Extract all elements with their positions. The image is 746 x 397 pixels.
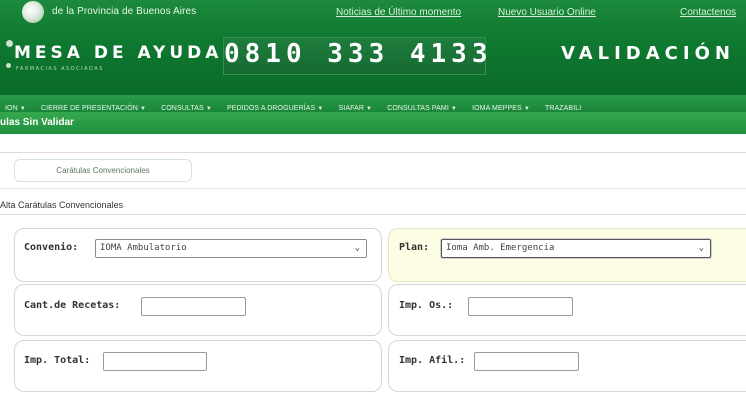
page-title: ulas Sin Validar <box>0 117 74 128</box>
helpdesk-phone: 0810 333 4133 <box>224 39 493 69</box>
new-user-link[interactable]: Nuevo Usuario Online <box>498 7 596 18</box>
imp-afil-card: Imp. Afil.: <box>388 340 746 392</box>
nav-item-consultas[interactable]: CONSULTAS ▼ <box>156 101 217 112</box>
plan-label: Plan: <box>399 242 430 253</box>
org-name: de la Provincia de Buenos Aires <box>52 6 197 17</box>
validation-title: VALIDACIÓN O <box>561 43 746 64</box>
convenio-value: IOMA Ambulatorio <box>100 243 187 253</box>
brand-dot-icon <box>6 40 13 47</box>
imp-afil-label: Imp. Afil.: <box>399 355 466 366</box>
convenio-select[interactable]: IOMA Ambulatorio ⌄ <box>95 239 367 258</box>
recetas-card: Cant.de Recetas: <box>14 284 382 336</box>
section-title: Alta Carátulas Convencionales <box>0 200 124 210</box>
nav-item-validation[interactable]: ION ▼ <box>0 101 31 112</box>
imp-os-card: Imp. Os.: <box>388 284 746 336</box>
convenio-card: Convenio: IOMA Ambulatorio ⌄ <box>14 228 382 282</box>
nav-item-label: IOMA MEPPES <box>472 105 522 112</box>
imp-afil-input[interactable] <box>474 352 579 371</box>
nav-item-label: ION <box>5 105 18 112</box>
plan-value: Ioma Amb. Emergencia <box>446 243 555 253</box>
chevron-down-icon: ⌄ <box>354 243 360 253</box>
imp-os-label: Imp. Os.: <box>399 300 454 311</box>
divider <box>0 188 746 189</box>
nav-item-label: CIERRE DE PRESENTACIÓN <box>40 105 138 112</box>
imp-total-input[interactable] <box>103 352 207 371</box>
imp-os-input[interactable] <box>468 297 573 316</box>
nav-item-siafar[interactable]: SIAFAR ▼ <box>334 101 378 112</box>
nav-item-label: SIAFAR <box>338 105 364 112</box>
page-header: ulas Sin Validar <box>0 112 746 134</box>
brand-subtitle: FARMACIAS ASOCIADAS <box>16 66 104 72</box>
main-nav: ION ▼ CIERRE DE PRESENTACIÓN ▼ CONSULTAS… <box>0 95 746 112</box>
imp-total-label: Imp. Total: <box>24 355 91 366</box>
contact-link[interactable]: Contactenos <box>680 7 736 18</box>
divider <box>0 152 746 153</box>
imp-total-card: Imp. Total: <box>14 340 382 392</box>
chevron-down-icon: ⌄ <box>698 243 704 253</box>
nav-item-cierre[interactable]: CIERRE DE PRESENTACIÓN ▼ <box>36 101 151 112</box>
nav-item-label: CONSULTAS PAMI <box>387 105 449 112</box>
divider <box>0 214 746 215</box>
nav-item-label: PEDIDOS A DROGUERÍAS <box>226 105 316 112</box>
phone-box: 0810 333 4133 <box>223 37 493 75</box>
recetas-input[interactable] <box>141 297 246 316</box>
nav-item-trazabilidad[interactable]: TRAZABILI <box>540 101 586 112</box>
nav-item-pedidos[interactable]: PEDIDOS A DROGUERÍAS ▼ <box>222 101 328 112</box>
recetas-label: Cant.de Recetas: <box>24 300 121 311</box>
nav-item-label: CONSULTAS <box>161 105 204 112</box>
province-logo-icon <box>22 1 44 23</box>
brand-dot-icon <box>6 63 11 68</box>
nav-item-label: TRAZABILI <box>544 105 582 112</box>
brand-title: MESA DE AYUDA <box>14 43 223 63</box>
convenio-label: Convenio: <box>24 242 79 253</box>
nav-item-consultas-pami[interactable]: CONSULTAS PAMI ▼ <box>382 101 462 112</box>
tab-caratulas-convencionales[interactable]: Carátulas Convencionales <box>14 159 192 182</box>
news-link[interactable]: Noticias de Último momento <box>336 7 461 18</box>
header-topline: de la Provincia de Buenos Aires Noticias… <box>0 0 746 32</box>
plan-card: Plan: Ioma Amb. Emergencia ⌄ <box>388 228 746 282</box>
nav-item-ioma-meppes[interactable]: IOMA MEPPES ▼ <box>467 101 535 112</box>
header-banner: de la Provincia de Buenos Aires Noticias… <box>0 0 746 95</box>
plan-select[interactable]: Ioma Amb. Emergencia ⌄ <box>441 239 711 258</box>
